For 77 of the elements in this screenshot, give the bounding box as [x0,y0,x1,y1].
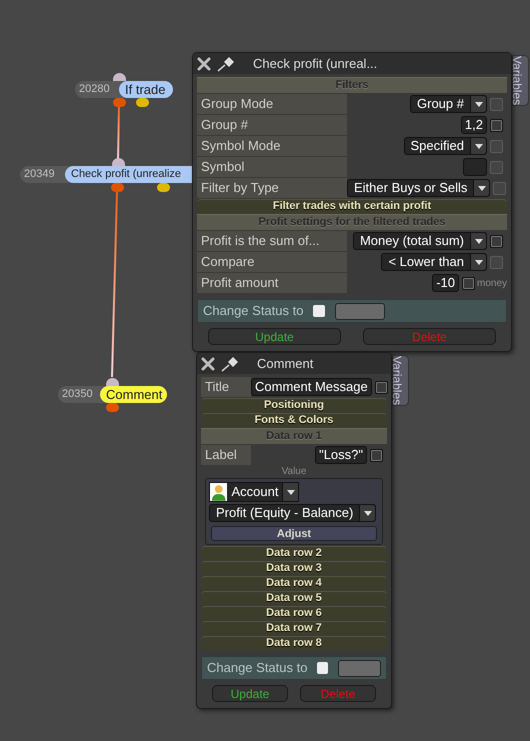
side-tab[interactable]: Variables [392,355,409,406]
status-label: Change Status to [207,659,308,678]
text-field[interactable]: Comment Message [251,378,372,396]
output-port-icon[interactable] [157,183,170,192]
node-id: 20350 [58,386,108,403]
dropdown[interactable]: Either Buys or Sells [347,179,490,197]
dropdown[interactable]: Profit (Equity - Balance) [209,504,376,522]
caret-icon [474,102,482,106]
node-id: 20280 [75,81,127,98]
connection-line [117,104,120,160]
field-label: Filter by Type [197,178,347,198]
node-id: 20349 [20,166,73,183]
pin-icon[interactable] [221,356,239,372]
checkbox[interactable] [462,276,475,290]
side-tab[interactable]: Variables [512,55,529,106]
text-field[interactable]: "Loss?" [315,446,367,464]
account-dropdown[interactable]: Account [209,482,299,502]
node-title[interactable]: Comment [100,386,167,403]
checkbox[interactable] [374,380,388,394]
dropdown[interactable]: < Lower than [381,253,487,271]
field-label: Group Mode [197,94,347,114]
text-field[interactable] [463,158,487,176]
status-checkbox[interactable] [317,662,328,674]
field-label: Title [201,377,251,397]
value-caption: Value [280,466,308,477]
collapsed-section[interactable]: Data row 8 [201,636,387,650]
caret-icon [474,144,482,148]
output-port-icon[interactable] [113,98,126,107]
collapsed-section[interactable]: Data row 5 [201,591,387,605]
close-icon[interactable] [197,56,211,70]
status-color-field[interactable] [338,660,381,676]
collapsed-section[interactable]: Data row 4 [201,576,387,590]
update-button[interactable]: Update [208,328,341,345]
unit-label: money [476,276,507,290]
output-port-icon[interactable] [136,98,149,107]
dropdown[interactable]: Specified [404,137,487,155]
collapsed-section[interactable]: Data row 3 [201,561,387,575]
caret-icon [364,510,372,516]
field-label: Label [201,445,251,465]
caret-icon [474,260,482,264]
collapsed-section[interactable]: Positioning [201,398,387,412]
dropdown[interactable]: Money (total sum) [352,232,487,250]
collapsed-section[interactable]: Data row 7 [201,621,387,635]
collapsed-section[interactable]: Filter trades with certain profit [197,199,507,213]
field-label: Profit amount [197,273,347,293]
collapsed-section[interactable]: Fonts & Colors [201,413,387,427]
close-icon[interactable] [201,356,215,370]
text-field[interactable]: 1,2 [460,116,487,134]
text-field[interactable]: -10 [432,274,459,292]
caret-icon [286,490,295,494]
output-port-icon[interactable] [111,183,124,192]
pin-icon[interactable] [217,56,235,72]
collapsed-section[interactable]: Data row 6 [201,606,387,620]
field-label: Group # [197,115,347,135]
checkbox[interactable] [370,448,383,462]
input-port-icon[interactable] [106,378,119,387]
user-icon [210,483,228,501]
dropdown[interactable]: Group # [410,95,487,113]
field-label: Compare [197,252,347,272]
node-title[interactable]: If trade [119,81,173,98]
caret-icon [478,186,486,190]
update-button[interactable]: Update [212,685,288,702]
checkbox[interactable] [490,118,503,132]
checkbox[interactable] [490,234,503,248]
input-port-icon[interactable] [113,73,126,82]
field-label: Profit is the sum of... [197,231,347,251]
adjust-button[interactable]: Adjust [211,526,377,541]
caret-icon [474,238,482,244]
field-label: Symbol Mode [197,136,347,156]
status-checkbox[interactable] [313,305,326,317]
field-label: Symbol [197,157,347,177]
collapsed-section[interactable]: Data row 2 [201,546,387,560]
status-label: Change Status to [203,302,304,320]
output-port-icon[interactable] [106,403,119,412]
panel-title: Check profit (unreal... [253,54,378,73]
panel-title: Comment [257,354,314,373]
status-color-field[interactable] [335,302,386,320]
